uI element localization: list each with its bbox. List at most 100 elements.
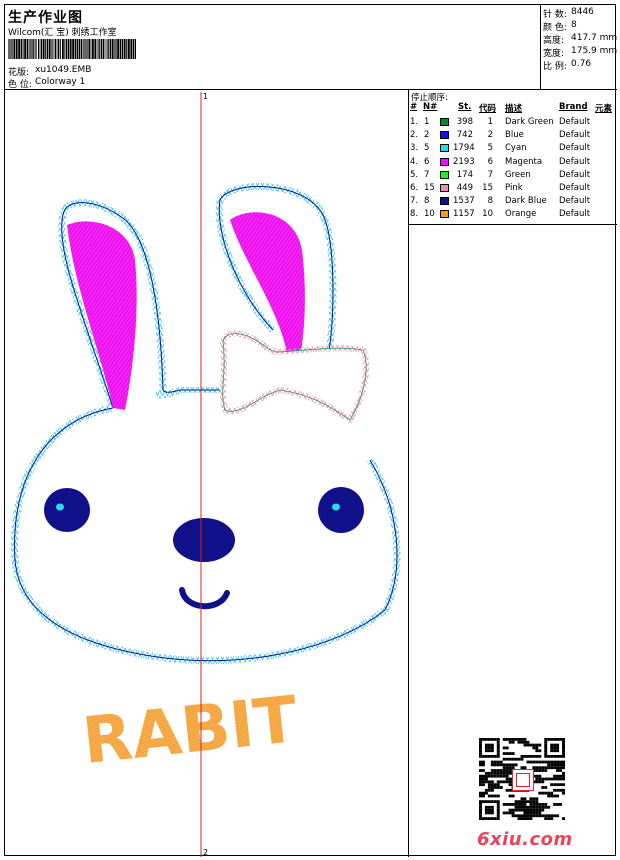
row-stitches: 174 bbox=[456, 169, 473, 180]
qr-module bbox=[523, 797, 527, 801]
qr-module bbox=[562, 749, 565, 753]
qr-module bbox=[487, 794, 491, 798]
barcode-bar bbox=[23, 39, 24, 59]
barcode-bar bbox=[26, 39, 29, 59]
qr-module bbox=[490, 800, 494, 804]
qr-module bbox=[502, 757, 506, 761]
width-label: 宽度: bbox=[543, 49, 565, 59]
qr-module bbox=[535, 749, 539, 753]
colors-label: 颜 色: bbox=[543, 23, 567, 33]
barcode-bar bbox=[107, 39, 108, 59]
qr-module bbox=[550, 777, 554, 781]
qr-module bbox=[493, 754, 497, 758]
qr-module bbox=[479, 805, 482, 809]
barcode-bar bbox=[30, 39, 31, 59]
qr-module bbox=[553, 788, 557, 792]
qr-module bbox=[502, 752, 506, 755]
qr-module bbox=[529, 803, 533, 806]
qr-module bbox=[511, 803, 515, 806]
qr-module bbox=[508, 808, 512, 812]
qr-module bbox=[484, 749, 488, 753]
qr-module bbox=[541, 780, 545, 784]
qr-module bbox=[547, 814, 551, 818]
row-index: 3. bbox=[410, 143, 419, 154]
qr-module bbox=[505, 746, 509, 750]
row-stitches: 2193 bbox=[453, 156, 475, 167]
barcode-bar bbox=[98, 39, 99, 59]
qr-module bbox=[481, 783, 485, 787]
barcode-bar bbox=[42, 39, 45, 59]
color-swatch bbox=[440, 170, 449, 179]
qr-module bbox=[556, 766, 560, 770]
qr-module bbox=[502, 766, 506, 770]
qr-module bbox=[514, 803, 518, 806]
qr-module bbox=[562, 791, 565, 795]
qr-module bbox=[511, 752, 515, 755]
qr-module bbox=[535, 777, 539, 781]
ratio-value: 0.76 bbox=[571, 59, 592, 69]
qr-module bbox=[547, 794, 551, 798]
qr-module bbox=[559, 760, 563, 764]
qr-module bbox=[544, 805, 548, 809]
table-row: 8. 10 1157 10 Orange Default bbox=[409, 209, 617, 221]
qr-module bbox=[544, 738, 548, 741]
qr-module bbox=[514, 808, 518, 812]
qr-module bbox=[479, 800, 482, 804]
row-code: 6 bbox=[487, 156, 493, 167]
barcode-bar bbox=[108, 39, 110, 59]
qr-module bbox=[481, 769, 485, 772]
stitches-label: 针 数: bbox=[543, 10, 567, 20]
qr-module bbox=[538, 749, 542, 753]
qr-module bbox=[490, 788, 494, 792]
production-sheet: 生产作业图 Wilcom(汇 宝) 刺绣工作室 花版: xu1049.EMB 色… bbox=[4, 4, 617, 857]
barcode-bar bbox=[18, 39, 20, 59]
qr-module bbox=[514, 763, 518, 767]
qr-module bbox=[496, 738, 500, 741]
qr-module bbox=[490, 774, 494, 778]
qr-module bbox=[505, 769, 509, 772]
qr-module bbox=[487, 780, 491, 784]
qr-module bbox=[532, 805, 536, 809]
qr-module bbox=[535, 743, 539, 747]
row-index: 2. bbox=[410, 130, 419, 141]
header-info: 生产作业图 Wilcom(汇 宝) 刺绣工作室 花版: xu1049.EMB 色… bbox=[5, 5, 541, 90]
qr-module bbox=[481, 817, 485, 820]
barcode-bar bbox=[72, 39, 74, 59]
barcode-bar bbox=[132, 39, 134, 59]
qr-module bbox=[538, 769, 542, 772]
qr-module bbox=[541, 786, 545, 789]
qr-module bbox=[529, 760, 533, 764]
qr-module bbox=[487, 786, 491, 789]
qr-module bbox=[526, 805, 530, 809]
row-code: 5 bbox=[487, 143, 493, 154]
qr-module bbox=[514, 738, 518, 741]
qr-module bbox=[553, 774, 557, 778]
qr-module bbox=[484, 743, 488, 747]
qr-module bbox=[511, 738, 515, 741]
qr-module bbox=[499, 771, 503, 775]
qr-module bbox=[538, 754, 542, 758]
barcode-bar bbox=[110, 39, 112, 59]
design-preview: RABIT 1 2 bbox=[5, 90, 409, 857]
embroidery-design: RABIT 1 2 bbox=[11, 92, 401, 857]
barcode-bar bbox=[128, 39, 130, 59]
qr-module bbox=[517, 808, 521, 812]
mouth bbox=[179, 587, 230, 610]
nose bbox=[173, 518, 235, 562]
barcode-bar bbox=[62, 39, 64, 59]
qr-module bbox=[487, 754, 491, 758]
qr-module bbox=[479, 814, 482, 818]
barcode-bar bbox=[65, 39, 68, 59]
row-description: Dark Blue bbox=[505, 196, 547, 207]
row-index: 6. bbox=[410, 183, 419, 193]
qr-module bbox=[493, 760, 497, 764]
qr-module bbox=[562, 771, 565, 775]
qr-module bbox=[532, 754, 536, 758]
qr-module bbox=[496, 760, 500, 764]
row-code: 8 bbox=[487, 196, 493, 207]
row-brand: Default bbox=[559, 196, 591, 207]
qr-module bbox=[496, 754, 500, 758]
barcode-bar bbox=[33, 39, 35, 59]
row-description: Cyan bbox=[505, 143, 527, 154]
qr-module bbox=[502, 780, 506, 784]
